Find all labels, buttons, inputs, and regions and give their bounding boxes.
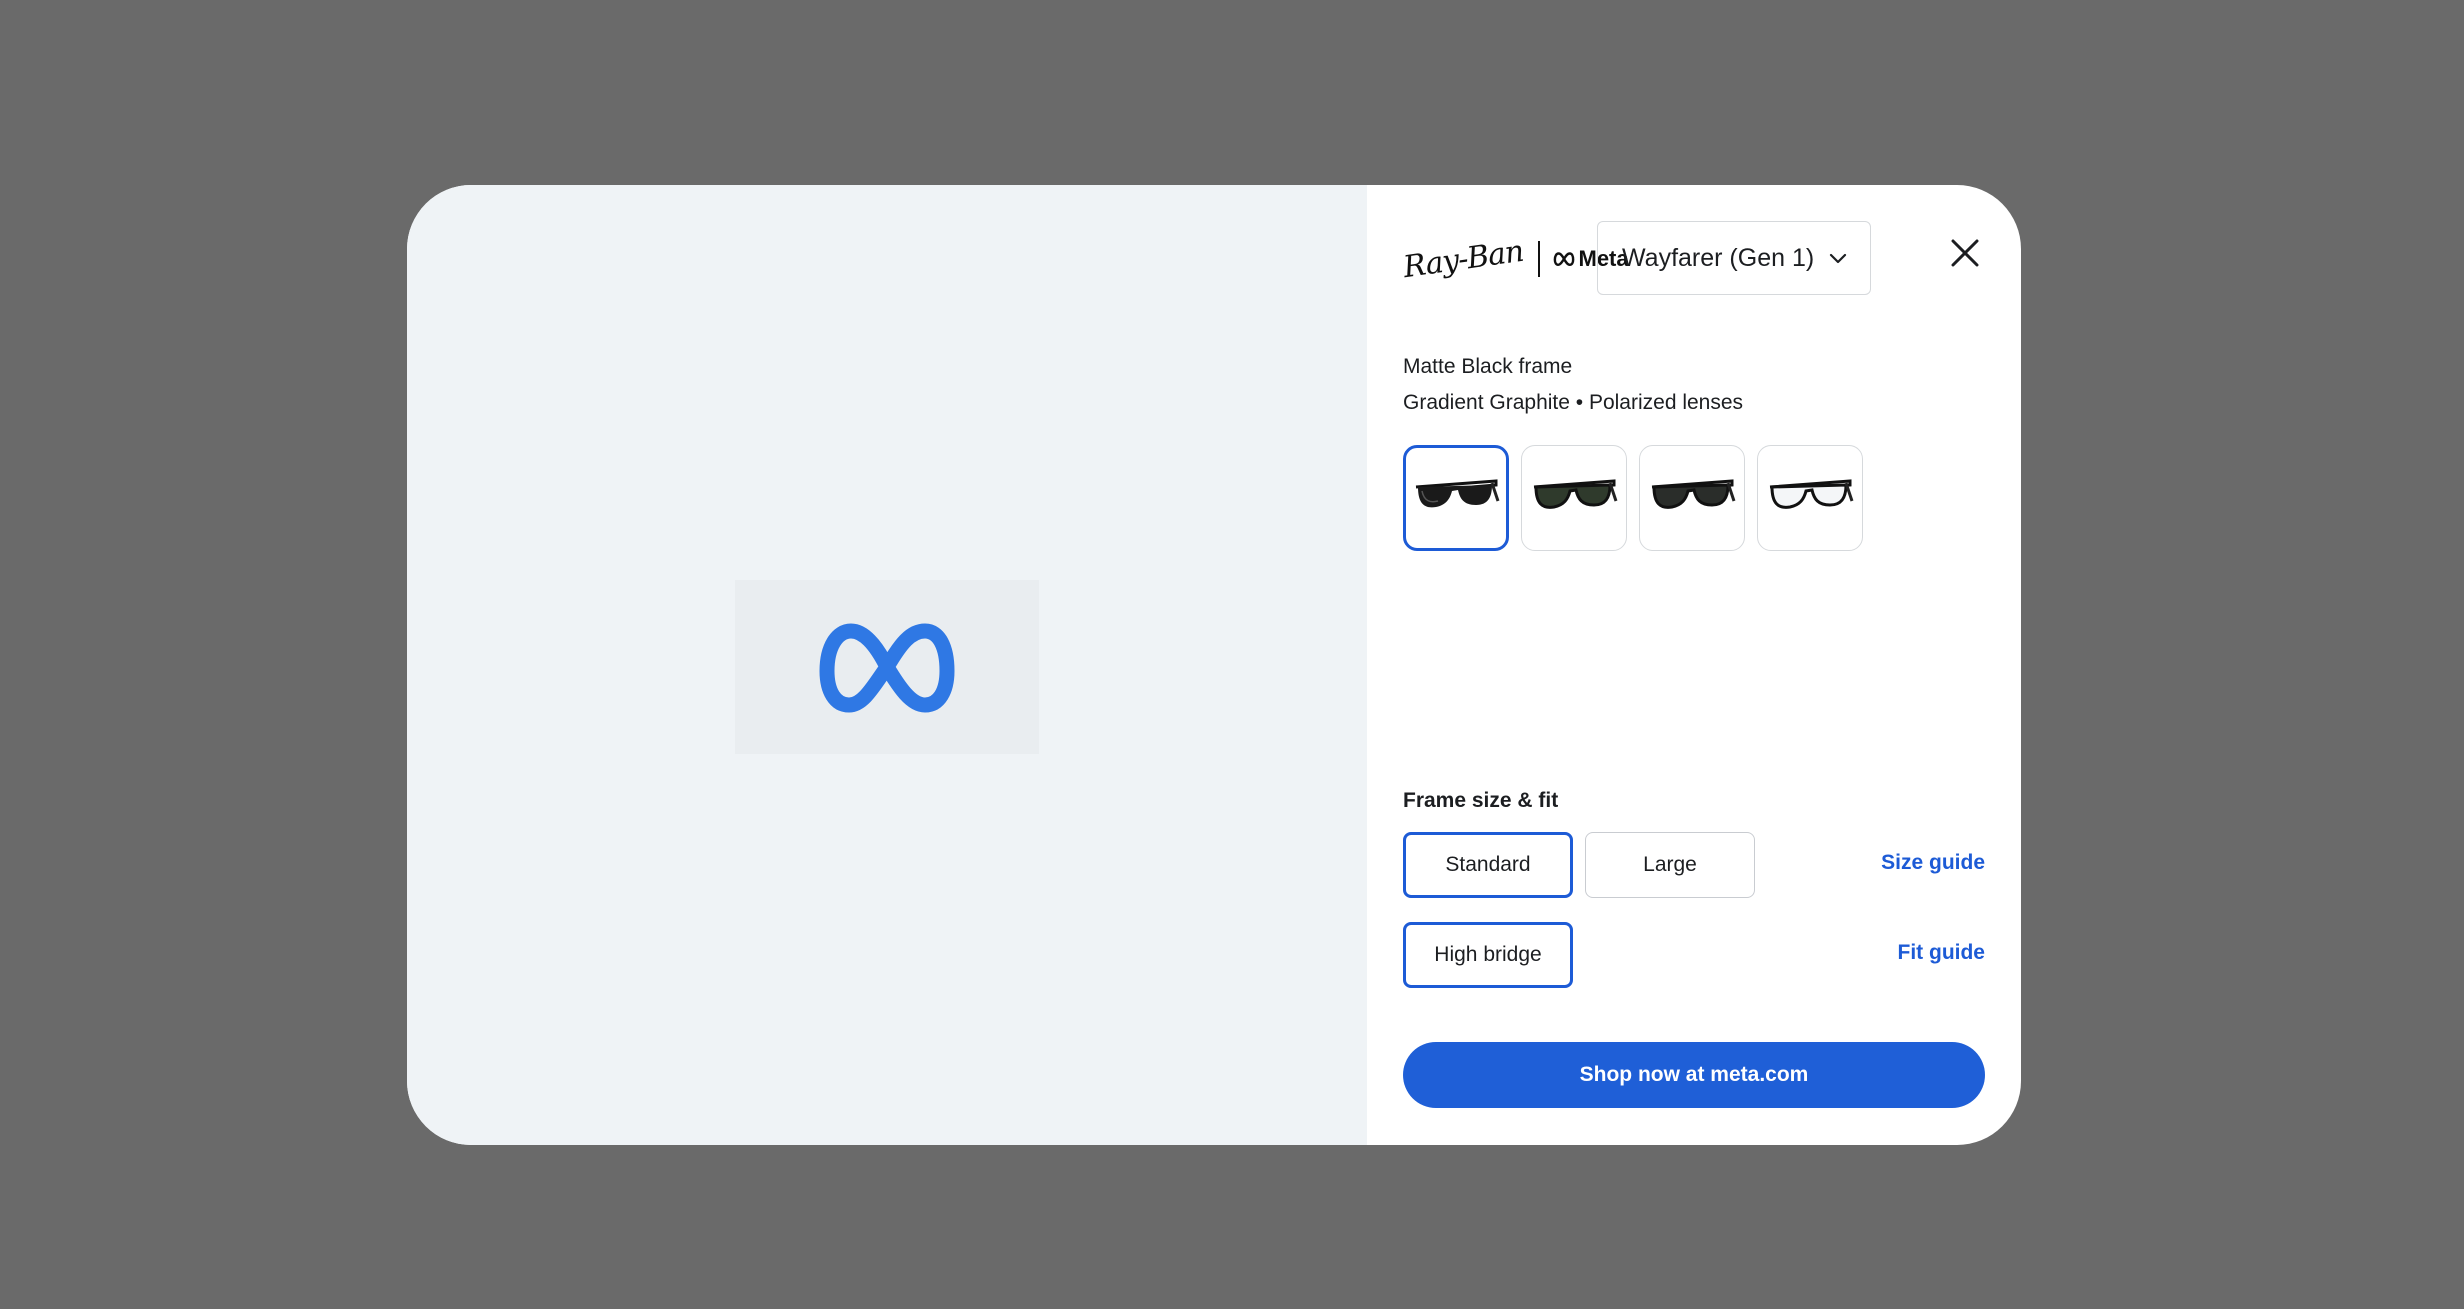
close-button[interactable] (1941, 229, 1989, 277)
swatch-matte-black[interactable] (1403, 445, 1509, 551)
high-bridge-button[interactable]: High bridge (1403, 922, 1573, 988)
close-icon (1951, 239, 1979, 267)
preview-placeholder (735, 580, 1039, 754)
size-standard-button[interactable]: Standard (1403, 832, 1573, 898)
logo-divider (1537, 241, 1540, 277)
swatch-graphite-lens[interactable] (1639, 445, 1745, 551)
sunglasses-graphite-icon (1651, 479, 1736, 509)
product-config-panel: Ray-Ban Meta Wayfarer (Gen 1) Matte Blac… (1367, 185, 2021, 1145)
model-select-value: Wayfarer (Gen 1) (1622, 243, 1815, 272)
product-preview (407, 185, 1367, 1145)
sunglasses-dark-icon (1415, 479, 1500, 508)
lens-description: Gradient Graphite • Polarized lenses (1403, 391, 1744, 414)
frame-description: Matte Black frame (1403, 355, 1573, 378)
brand-logo: Ray-Ban Meta (1401, 221, 1628, 297)
size-guide-link[interactable]: Size guide (1881, 851, 1985, 875)
product-modal: Ray-Ban Meta Wayfarer (Gen 1) Matte Blac… (407, 185, 2021, 1145)
chevron-down-icon (1829, 253, 1847, 264)
shop-now-button[interactable]: Shop now at meta.com (1403, 1042, 1985, 1108)
rayban-logo: Ray-Ban (1401, 233, 1526, 285)
meta-small-icon (1553, 252, 1574, 266)
fit-guide-link[interactable]: Fit guide (1898, 941, 1986, 965)
swatch-clear-lens[interactable] (1757, 445, 1863, 551)
glasses-clear-icon (1769, 479, 1854, 509)
meta-logo-icon (819, 623, 955, 713)
sunglasses-green-icon (1533, 479, 1618, 509)
size-large-button[interactable]: Large (1585, 832, 1755, 898)
model-select[interactable]: Wayfarer (Gen 1) (1597, 221, 1871, 295)
color-swatches (1403, 445, 1863, 551)
fit-section-title: Frame size & fit (1403, 789, 1559, 812)
product-description: Matte Black frame Gradient Graphite • Po… (1403, 349, 1743, 421)
swatch-green-lens[interactable] (1521, 445, 1627, 551)
